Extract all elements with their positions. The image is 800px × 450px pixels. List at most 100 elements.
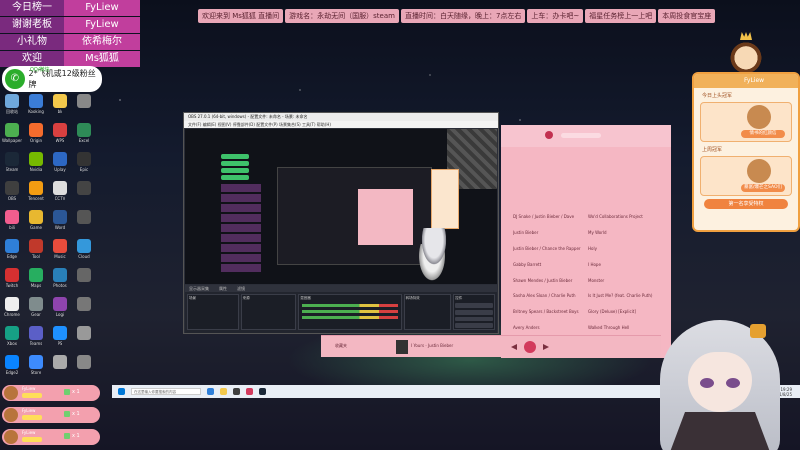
song-title: Monster bbox=[588, 277, 605, 283]
desktop-icon[interactable]: PS bbox=[48, 324, 72, 353]
rank-avatar bbox=[747, 159, 771, 183]
desktop-icon[interactable]: 回收站 bbox=[0, 92, 24, 121]
gift-notification: FyLiew x 1 bbox=[2, 385, 100, 401]
desktop-icon[interactable] bbox=[72, 324, 96, 353]
app-icon bbox=[5, 239, 19, 253]
desktop-icon[interactable]: Logi bbox=[48, 295, 72, 324]
desktop-icon-label: Epic bbox=[79, 167, 89, 172]
obs-preview[interactable] bbox=[185, 129, 497, 284]
desktop-icon[interactable]: bk bbox=[48, 92, 72, 121]
music-search-input[interactable] bbox=[561, 133, 601, 138]
desktop-icon[interactable]: Game bbox=[24, 208, 48, 237]
album-cover[interactable] bbox=[396, 340, 408, 354]
overlay-value: 依希梅尔 bbox=[64, 34, 140, 50]
desktop-icon[interactable] bbox=[48, 353, 72, 382]
song-title: I Hope bbox=[588, 261, 601, 267]
song-row[interactable]: Shawn Mendes / Justin Bieber Monster bbox=[513, 272, 663, 288]
prev-track-icon[interactable] bbox=[511, 344, 517, 350]
mixer-dock[interactable]: 混音器 bbox=[298, 294, 402, 330]
obs-window[interactable]: OBS 27.0.1 (64-bit, windows) - 配置文件: 未命名… bbox=[183, 112, 499, 334]
desktop-icon[interactable]: Chrome bbox=[0, 295, 24, 324]
scenes-dock[interactable]: 场景 bbox=[187, 294, 239, 330]
desktop-icon[interactable]: Edge bbox=[0, 237, 24, 266]
desktop-icon[interactable]: Edge2 bbox=[0, 353, 24, 382]
gift-sender: FyLiew bbox=[22, 408, 36, 413]
obs-icon[interactable] bbox=[233, 388, 240, 395]
ticker-item: 上车：办卡吧~ bbox=[527, 9, 584, 23]
obs-menu-bar[interactable]: 文件(F) 编辑(E) 视图(V) 停靠部件(D) 配置文件(P) 场景集合(S… bbox=[184, 121, 498, 128]
desktop-icon[interactable]: Cloud bbox=[72, 237, 96, 266]
desktop-icon[interactable] bbox=[72, 208, 96, 237]
taskbar-search-input[interactable]: 在这里输入你要搜索的内容 bbox=[131, 388, 201, 395]
desktop-icon[interactable]: Uplay bbox=[48, 150, 72, 179]
desktop-icon[interactable]: Nvidia bbox=[24, 150, 48, 179]
overlay-value: FyLiew bbox=[64, 17, 140, 33]
song-row[interactable]: DJ Snake / Justin Bieber / Dave Wo'd Coll… bbox=[513, 209, 663, 225]
app-icon bbox=[5, 210, 19, 224]
edge-icon[interactable] bbox=[207, 388, 214, 395]
desktop-icon[interactable] bbox=[72, 179, 96, 208]
toolbar-item[interactable]: 滤镜 bbox=[237, 285, 245, 292]
folder-icon[interactable] bbox=[220, 388, 227, 395]
start-icon[interactable] bbox=[118, 388, 125, 395]
desktop-icon[interactable] bbox=[72, 353, 96, 382]
desktop-icon[interactable]: Store bbox=[24, 353, 48, 382]
song-row[interactable]: Justin Bieber / Chance the Rapper Holy bbox=[513, 241, 663, 257]
controls-dock[interactable]: 控件 bbox=[453, 294, 495, 330]
desktop-icon[interactable]: Xbox bbox=[0, 324, 24, 353]
overlay-row: 小礼物 依希梅尔 bbox=[0, 34, 140, 50]
obs-title-bar[interactable]: OBS 27.0.1 (64-bit, windows) - 配置文件: 未命名… bbox=[184, 113, 498, 121]
desktop-icon[interactable]: Gear bbox=[24, 295, 48, 324]
desktop-icon[interactable]: Tencent bbox=[24, 179, 48, 208]
gift-avatar bbox=[4, 386, 18, 400]
music-icon[interactable] bbox=[246, 388, 253, 395]
song-row[interactable]: Gabby Barrett I Hope bbox=[513, 256, 663, 272]
desktop-icon[interactable]: Word bbox=[48, 208, 72, 237]
desktop-icon[interactable]: CCTV bbox=[48, 179, 72, 208]
steam-icon[interactable] bbox=[259, 388, 266, 395]
desktop-icon[interactable]: WPS bbox=[48, 121, 72, 150]
desktop-icon-label: OBS bbox=[7, 196, 17, 201]
desktop-icon[interactable]: bili bbox=[0, 208, 24, 237]
settings-button[interactable] bbox=[455, 323, 493, 328]
next-track-icon[interactable] bbox=[543, 344, 549, 350]
desktop-icon[interactable]: Music bbox=[48, 237, 72, 266]
desktop-icon[interactable] bbox=[72, 266, 96, 295]
desktop-icon[interactable]: Tool bbox=[24, 237, 48, 266]
pause-button[interactable] bbox=[524, 341, 536, 353]
vtuber-mini-preview bbox=[420, 228, 448, 268]
audio-meter bbox=[302, 310, 398, 313]
desktop-icon[interactable]: Kooking bbox=[24, 92, 48, 121]
fan-badge bbox=[22, 415, 42, 420]
ticker-item: 直播时间：白天随缘，晚上：7点左右 bbox=[400, 9, 526, 23]
desktop-icon[interactable]: Origin bbox=[24, 121, 48, 150]
desktop-icon[interactable]: OBS bbox=[0, 179, 24, 208]
start-streaming-button[interactable] bbox=[455, 303, 493, 308]
song-row[interactable]: Justin Bieber My World bbox=[513, 225, 663, 241]
desktop-icon-label: 回收站 bbox=[6, 109, 18, 114]
desktop-icon[interactable]: Twitch bbox=[0, 266, 24, 295]
avatar-clothes bbox=[670, 412, 770, 450]
desktop-icon[interactable] bbox=[72, 295, 96, 324]
gift-avatar bbox=[4, 430, 18, 444]
desktop-icon[interactable]: Wallpaper bbox=[0, 121, 24, 150]
studio-mode-button[interactable] bbox=[455, 316, 493, 322]
desktop-icon[interactable]: Epic bbox=[72, 150, 96, 179]
desktop-icon-label: Music bbox=[54, 254, 66, 259]
desktop-icon[interactable]: Teams bbox=[24, 324, 48, 353]
sources-dock[interactable]: 来源 bbox=[240, 294, 297, 330]
desktop-icon[interactable] bbox=[72, 92, 96, 121]
gift-count: x 1 bbox=[72, 411, 80, 417]
desktop-icon[interactable]: Steam bbox=[0, 150, 24, 179]
toolbar-item[interactable]: 属性 bbox=[219, 285, 227, 292]
toolbar-item[interactable]: 显示器采集 bbox=[189, 285, 209, 292]
overlay-key: 今日榜一 bbox=[0, 0, 64, 16]
rank-pill: 情书的红颜信 bbox=[741, 130, 785, 138]
desktop-icon[interactable]: Maps bbox=[24, 266, 48, 295]
transitions-dock[interactable]: 转场特效 bbox=[403, 294, 452, 330]
start-recording-button[interactable] bbox=[455, 309, 493, 315]
playlist-label[interactable]: 收藏夹 bbox=[335, 343, 347, 349]
desktop-icon[interactable]: Photos bbox=[48, 266, 72, 295]
avatar-eye bbox=[700, 378, 714, 388]
desktop-icon[interactable]: Excel bbox=[72, 121, 96, 150]
